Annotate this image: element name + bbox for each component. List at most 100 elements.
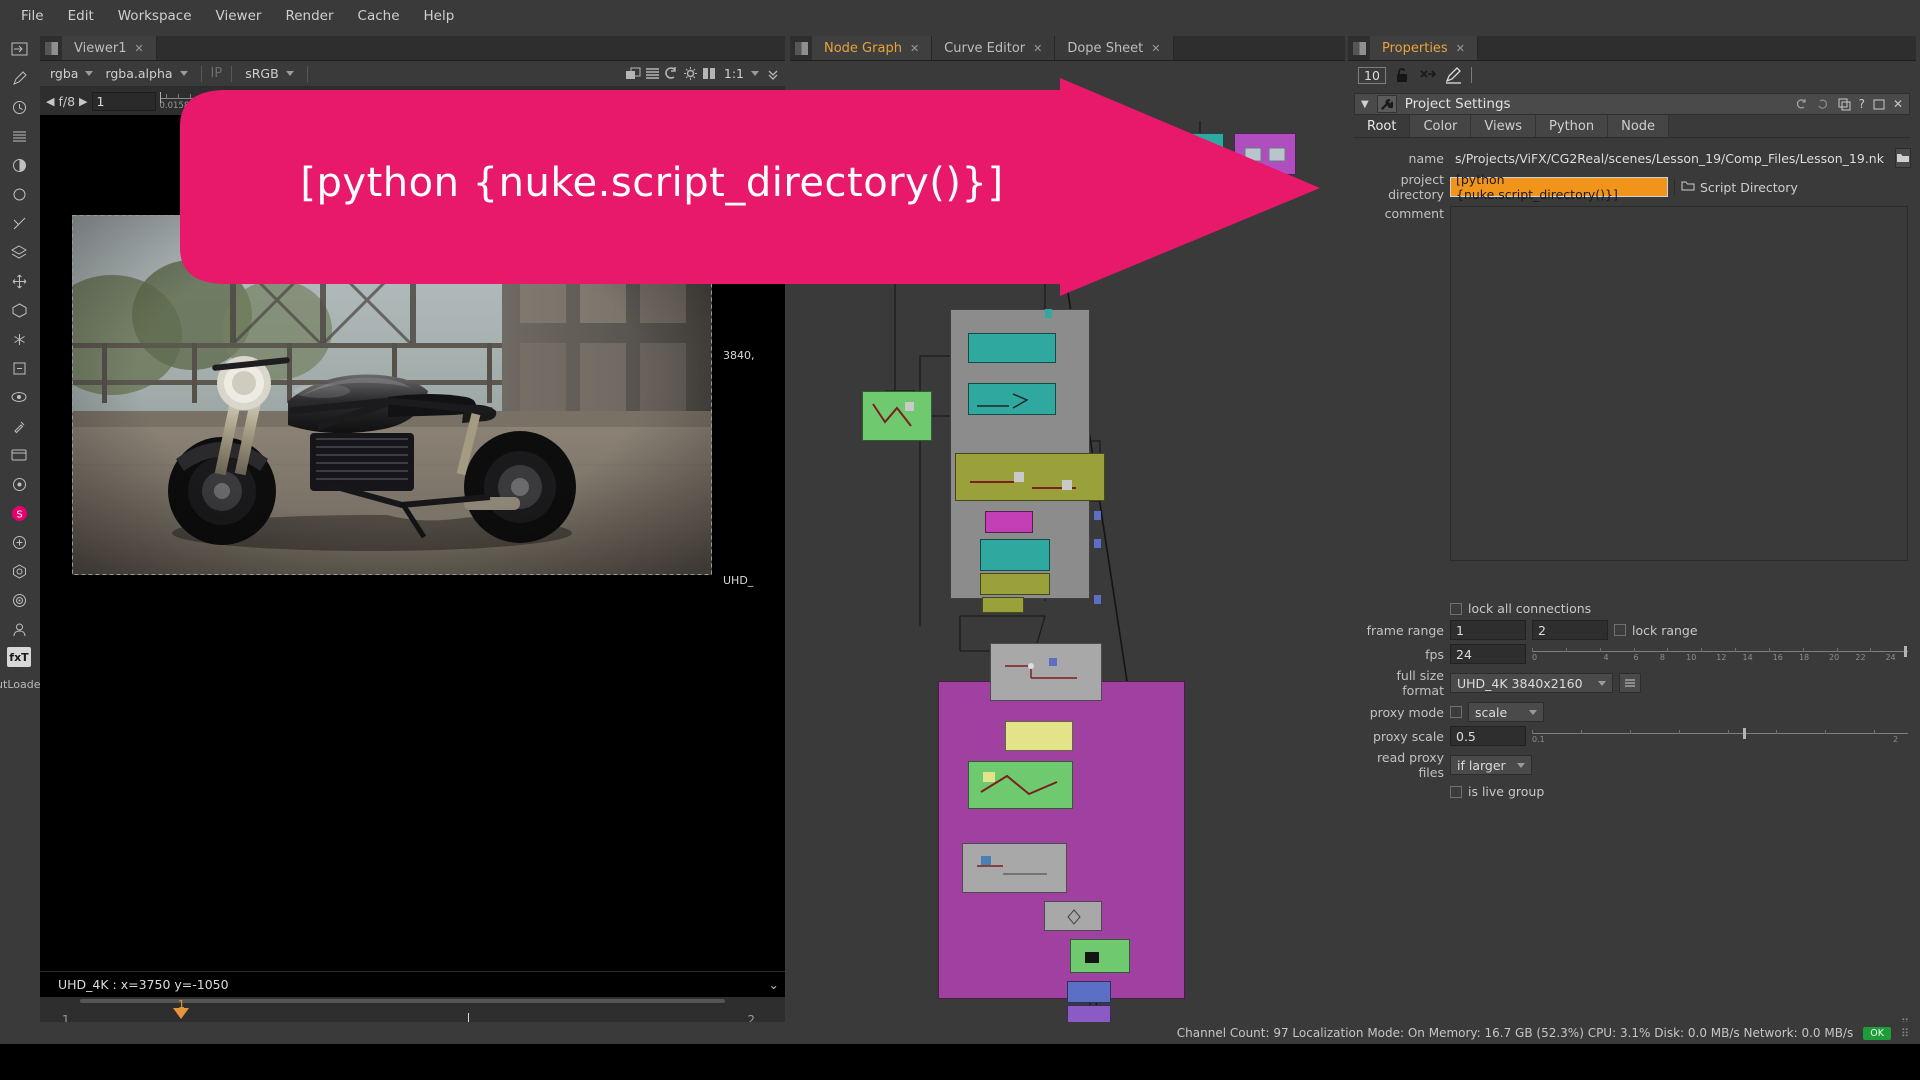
- time-icon[interactable]: [6, 96, 32, 118]
- lock-range-checkbox[interactable]: [1614, 624, 1626, 636]
- timeline-scrollbar[interactable]: [80, 999, 725, 1003]
- fps-slider[interactable]: 0 4 6 8 10 12 14 16 18 20 22 24: [1532, 645, 1908, 663]
- node-teal-3[interactable]: [980, 539, 1050, 571]
- project-directory-input[interactable]: [python {nuke.script_directory()}]: [1450, 172, 1668, 202]
- deep-icon[interactable]: [6, 357, 32, 379]
- is-live-group-checkbox[interactable]: [1450, 785, 1462, 798]
- nuke-x-icon[interactable]: [6, 560, 32, 582]
- user-icon[interactable]: [6, 618, 32, 640]
- window-resize-grip[interactable]: ⠿: [1901, 1027, 1910, 1040]
- remove-all-icon[interactable]: [1419, 68, 1436, 82]
- revert-icon[interactable]: [1794, 98, 1808, 110]
- read-proxy-files-selector[interactable]: if larger: [1450, 755, 1532, 775]
- 3d-icon[interactable]: [6, 299, 32, 321]
- color-icon[interactable]: [6, 154, 32, 176]
- close-icon[interactable]: ✕: [1893, 97, 1903, 111]
- menu-item-help[interactable]: Help: [413, 4, 466, 28]
- lut-icon[interactable]: fxT: [7, 647, 31, 667]
- collapse-triangle-icon[interactable]: ▼: [1361, 99, 1369, 110]
- copy-icon[interactable]: [1838, 98, 1851, 111]
- help-icon[interactable]: ?: [1859, 97, 1865, 111]
- lock-all-connections-checkbox[interactable]: [1450, 602, 1462, 615]
- tab-properties[interactable]: Properties ✕: [1370, 36, 1478, 60]
- frame-range-start-input[interactable]: 1: [1450, 620, 1526, 640]
- node-gray-2[interactable]: [1044, 901, 1102, 931]
- plugin-icon[interactable]: [6, 531, 32, 553]
- fps-input[interactable]: 24: [1450, 644, 1526, 664]
- properties-panel-grip[interactable]: [1348, 36, 1370, 60]
- draw-icon[interactable]: [6, 67, 32, 89]
- node-magenta-small[interactable]: [985, 511, 1033, 533]
- menu-item-viewer[interactable]: Viewer: [205, 4, 273, 28]
- ptab-node[interactable]: Node: [1608, 115, 1670, 137]
- transform-icon[interactable]: [6, 270, 32, 292]
- ptab-color[interactable]: Color: [1410, 115, 1472, 137]
- close-icon[interactable]: ✕: [134, 42, 143, 55]
- lock-icon[interactable]: [1395, 67, 1410, 83]
- comment-textarea[interactable]: [1450, 206, 1908, 561]
- name-input[interactable]: s/Projects/ViFX/CG2Real/scenes/Lesson_19…: [1450, 148, 1889, 168]
- reload-icon[interactable]: [1816, 98, 1830, 110]
- menu-item-render[interactable]: Render: [274, 4, 344, 28]
- edit-icon[interactable]: [1445, 66, 1462, 84]
- toolsets-icon[interactable]: [6, 415, 32, 437]
- script-directory-button[interactable]: Script Directory: [1681, 180, 1798, 195]
- other-icon[interactable]: [6, 473, 32, 495]
- close-icon[interactable]: ✕: [1151, 42, 1160, 55]
- channel-icon[interactable]: [6, 125, 32, 147]
- node-yellow-1[interactable]: [1005, 721, 1073, 751]
- menu-item-file[interactable]: File: [10, 4, 55, 28]
- node-gray-1[interactable]: [962, 843, 1067, 893]
- tab-curve-editor[interactable]: Curve Editor ✕: [932, 36, 1056, 60]
- keyer-icon[interactable]: [6, 212, 32, 234]
- node-olive-mid[interactable]: [955, 453, 1105, 501]
- node-teal-2[interactable]: [968, 383, 1056, 415]
- gain-input[interactable]: 1: [91, 91, 156, 111]
- tab-dope-sheet[interactable]: Dope Sheet ✕: [1055, 36, 1174, 60]
- node-olive-small[interactable]: [980, 573, 1050, 595]
- particles-icon[interactable]: [6, 328, 32, 350]
- node-olive-small-2[interactable]: [982, 597, 1024, 613]
- frame-range-end-input[interactable]: 2: [1532, 620, 1608, 640]
- menu-item-workspace[interactable]: Workspace: [107, 4, 203, 28]
- merge-icon[interactable]: [6, 241, 32, 263]
- node-blue-bottom[interactable]: [1067, 981, 1111, 1003]
- proxy-scale-slider[interactable]: 0.1 2: [1532, 727, 1908, 745]
- channel-selector[interactable]: rgba: [46, 65, 98, 82]
- menu-item-edit[interactable]: Edit: [57, 4, 105, 28]
- alpha-channel-selector[interactable]: rgba.alpha: [101, 65, 192, 82]
- ptab-python[interactable]: Python: [1536, 115, 1609, 137]
- views-icon[interactable]: [6, 386, 32, 408]
- menu-item-cache[interactable]: Cache: [347, 4, 411, 28]
- gain-increase-icon[interactable]: ▶: [79, 95, 87, 108]
- wrench-icon[interactable]: [1376, 95, 1397, 113]
- proxy-mode-selector[interactable]: scale: [1468, 702, 1544, 722]
- close-icon[interactable]: ✕: [910, 42, 919, 55]
- gain-decrease-icon[interactable]: ◀: [46, 95, 54, 108]
- max-panels-field[interactable]: 10: [1358, 66, 1386, 84]
- format-edit-button[interactable]: [1618, 673, 1641, 693]
- close-icon[interactable]: ✕: [1456, 42, 1465, 55]
- tab-viewer1[interactable]: Viewer1 ✕: [62, 36, 157, 60]
- full-size-format-selector[interactable]: UHD_4K 3840x2160: [1450, 673, 1613, 693]
- filter-icon[interactable]: [6, 183, 32, 205]
- cara-icon[interactable]: [6, 589, 32, 611]
- node-green-left[interactable]: [862, 391, 932, 441]
- image-icon[interactable]: [6, 38, 32, 60]
- close-icon[interactable]: ✕: [1033, 42, 1042, 55]
- proxy-mode-checkbox[interactable]: [1450, 706, 1462, 718]
- viewer-panel-grip[interactable]: [40, 36, 62, 60]
- node-green-1[interactable]: [968, 761, 1073, 809]
- ptab-views[interactable]: Views: [1471, 115, 1537, 137]
- node-graph-panel-grip[interactable]: [790, 36, 812, 60]
- float-icon[interactable]: [1873, 99, 1885, 110]
- sapphire-icon[interactable]: S: [6, 502, 32, 524]
- file-browser-button[interactable]: [1894, 148, 1911, 168]
- node-group-gray[interactable]: [990, 643, 1102, 701]
- ptab-root[interactable]: Root: [1354, 115, 1411, 137]
- node-teal-1[interactable]: [968, 333, 1056, 363]
- tab-node-graph[interactable]: Node Graph ✕: [812, 36, 933, 60]
- metadata-icon[interactable]: [6, 444, 32, 466]
- node-green-2[interactable]: [1070, 939, 1130, 973]
- chevron-down-icon[interactable]: ⌄: [769, 977, 779, 992]
